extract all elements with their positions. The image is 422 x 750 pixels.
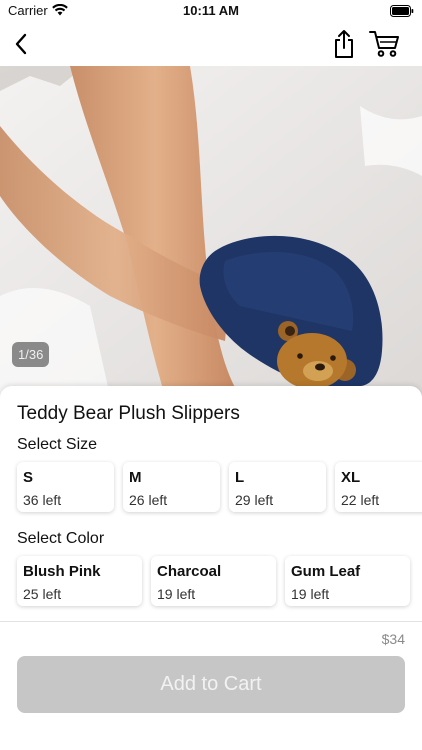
- footer-divider: [0, 621, 422, 622]
- color-name: Charcoal: [157, 563, 222, 580]
- image-counter: 1/36: [12, 342, 50, 367]
- size-option-s[interactable]: S 36 left: [17, 462, 114, 512]
- color-options: Blush Pink 25 left Charcoal 19 left Gum …: [17, 556, 410, 606]
- color-option-gum-leaf[interactable]: Gum Leaf 19 left: [285, 556, 410, 606]
- color-option-blush-pink[interactable]: Blush Pink 25 left: [17, 556, 142, 606]
- clock: 10:11 AM: [183, 3, 239, 18]
- size-name: XL: [341, 469, 361, 486]
- size-options: S 36 left M 26 left L 29 left XL 22 left: [17, 462, 422, 512]
- chevron-left-icon[interactable]: [10, 30, 36, 58]
- size-name: L: [235, 469, 245, 486]
- product-details-sheet: Teddy Bear Plush Slippers Select Size S …: [0, 386, 422, 750]
- product-title: Teddy Bear Plush Slippers: [17, 403, 240, 424]
- price-label: $34: [381, 631, 405, 647]
- size-stock: 22 left: [341, 492, 380, 508]
- color-stock: 19 left: [157, 586, 196, 602]
- nav-bar: [0, 24, 422, 66]
- color-stock: 25 left: [23, 586, 62, 602]
- size-name: S: [23, 469, 34, 486]
- add-to-cart-button[interactable]: Add to Cart: [17, 656, 405, 713]
- cart-icon[interactable]: [369, 28, 401, 58]
- color-name: Blush Pink: [23, 563, 101, 580]
- share-icon[interactable]: [331, 28, 357, 60]
- color-section-label: Select Color: [17, 530, 105, 547]
- size-option-xl[interactable]: XL 22 left: [335, 462, 422, 512]
- color-stock: 19 left: [291, 586, 330, 602]
- status-bar: Carrier 10:11 AM: [0, 0, 422, 24]
- size-stock: 36 left: [23, 492, 62, 508]
- product-photo: [0, 66, 422, 396]
- size-stock: 29 left: [235, 492, 274, 508]
- size-option-m[interactable]: M 26 left: [123, 462, 220, 512]
- color-option-charcoal[interactable]: Charcoal 19 left: [151, 556, 276, 606]
- size-stock: 26 left: [129, 492, 168, 508]
- size-option-l[interactable]: L 29 left: [229, 462, 326, 512]
- product-image[interactable]: 1/36: [0, 66, 422, 396]
- size-section-label: Select Size: [17, 436, 98, 453]
- battery-icon: [390, 5, 414, 17]
- size-name: M: [129, 469, 142, 486]
- color-name: Gum Leaf: [291, 563, 361, 580]
